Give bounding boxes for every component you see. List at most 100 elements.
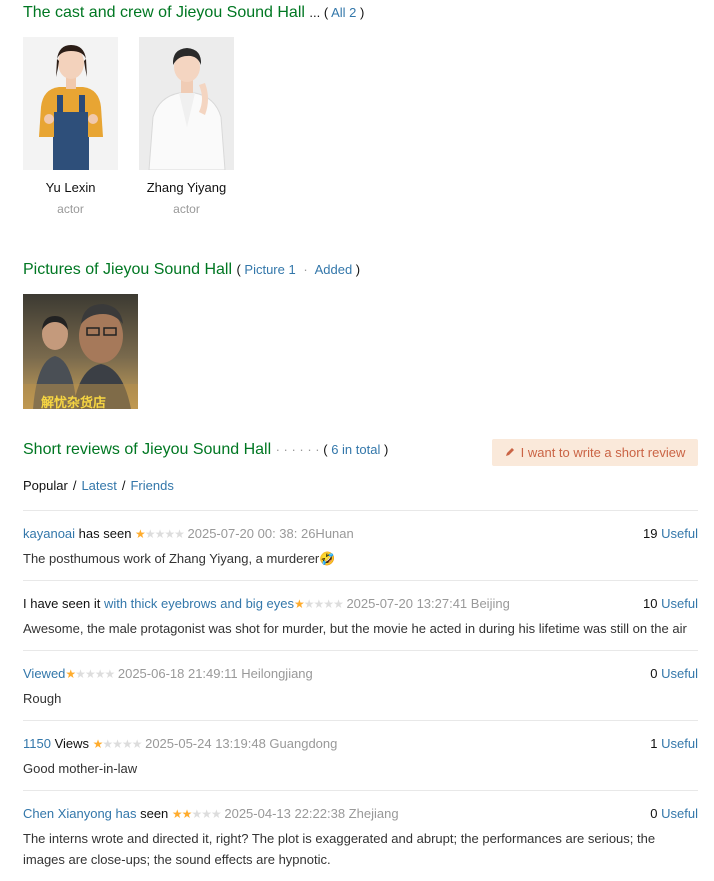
- comment-text: Awesome, the male protagonist was shot f…: [23, 621, 687, 636]
- rating-stars: ★★★★★: [65, 667, 115, 681]
- cast-name[interactable]: Zhang Yiyang: [139, 180, 234, 195]
- star-icon: ★: [102, 737, 113, 751]
- cast-role: actor: [173, 202, 200, 216]
- movie-poster[interactable]: 解忧杂货店: [23, 294, 138, 409]
- useful-vote: 0 Useful: [650, 806, 698, 821]
- comment-info: I have seen it with thick eyebrows and b…: [23, 596, 510, 611]
- pencil-icon: [505, 445, 515, 460]
- star-icon: ★: [112, 737, 123, 751]
- star-icon: ★: [210, 807, 222, 821]
- rating-stars: ★★★★★: [294, 597, 344, 611]
- comment-time-location: 2025-07-20 00: 38: 26Hunan: [187, 526, 354, 541]
- useful-vote: 10 Useful: [643, 596, 698, 611]
- star-icon: ★: [174, 527, 185, 541]
- star-icon: ★: [135, 527, 146, 541]
- comment-prefix: I have seen it: [23, 596, 104, 611]
- all-cast-link[interactable]: All 2: [331, 5, 356, 20]
- comment-info: 1150 Views ★★★★★ 2025-05-24 13:19:48 Gua…: [23, 736, 337, 751]
- comment-verb: seen: [136, 806, 172, 821]
- comment-time-location: 2025-06-18 21:49:11 Heilongjiang: [117, 666, 313, 681]
- star-icon: ★: [154, 527, 166, 541]
- useful-vote: 0 Useful: [650, 666, 698, 681]
- avatar[interactable]: [23, 37, 118, 170]
- zhang-yiyang-photo: [139, 37, 234, 170]
- comment-user-link[interactable]: 1150: [23, 736, 51, 751]
- cast-section-title: The cast and crew of Jieyou Sound Hall .…: [23, 4, 365, 21]
- comment-user-link[interactable]: Chen Xianyong has: [23, 806, 136, 821]
- star-icon: ★: [313, 597, 325, 611]
- star-icon: ★: [104, 667, 115, 681]
- comment-text: Good mother-in-law: [23, 761, 138, 776]
- cast-ellipsis: ...: [309, 5, 321, 20]
- useful-button[interactable]: Useful: [661, 806, 698, 821]
- cast-list: Yu Lexin actor Zhang Yiyang actor: [23, 37, 234, 216]
- comment-text: Rough: [23, 691, 62, 706]
- tab-latest[interactable]: Latest: [81, 478, 116, 493]
- comment-time-location: 2025-07-20 13:27:41 Beijing: [346, 596, 510, 611]
- rating-stars: ★★★★★: [171, 807, 222, 821]
- useful-button[interactable]: Useful: [661, 596, 698, 611]
- rating-stars: ★★★★★: [92, 737, 143, 751]
- cast-role: actor: [57, 202, 84, 216]
- star-icon: ★: [181, 807, 193, 821]
- review-sort-tabs: Popular / Latest / Friends: [23, 478, 174, 493]
- reviews-dots: · · · · · ·: [275, 442, 320, 457]
- useful-count: 10: [643, 596, 658, 611]
- yu-lexin-photo: [23, 37, 118, 170]
- star-icon: ★: [92, 737, 104, 751]
- poster-title: 解忧杂货店: [40, 395, 106, 409]
- reviews-total-link[interactable]: 6 in total: [331, 442, 380, 457]
- useful-vote: 19 Useful: [643, 526, 698, 541]
- comment-text: The interns wrote and directed it, right…: [23, 831, 656, 867]
- avatar[interactable]: [139, 37, 234, 170]
- comment-item: Viewed★★★★★ 2025-06-18 21:49:11 Heilongj…: [23, 651, 698, 721]
- comment-user-link[interactable]: kayanoai: [23, 526, 75, 541]
- useful-vote: 1 Useful: [650, 736, 698, 751]
- star-icon: ★: [121, 737, 133, 751]
- useful-count: 1: [650, 736, 658, 751]
- useful-button[interactable]: Useful: [661, 526, 698, 541]
- picture-count-link[interactable]: Picture 1: [244, 262, 295, 277]
- useful-button[interactable]: Useful: [661, 666, 698, 681]
- cast-member-zhang-yiyang[interactable]: Zhang Yiyang actor: [139, 37, 234, 216]
- comment-verb: Views: [50, 736, 93, 751]
- star-icon: ★: [323, 597, 334, 611]
- comment-verb: has seen: [75, 526, 136, 541]
- write-short-review-button[interactable]: I want to write a short review: [492, 439, 698, 466]
- added-link[interactable]: Added: [315, 262, 353, 277]
- useful-count: 0: [650, 806, 658, 821]
- star-icon: ★: [164, 527, 175, 541]
- star-icon: ★: [333, 597, 344, 611]
- pictures-section-title: Pictures of Jieyou Sound Hall ( Picture …: [23, 261, 361, 278]
- star-icon: ★: [171, 807, 183, 821]
- star-icon: ★: [75, 667, 86, 681]
- star-icon: ★: [303, 597, 315, 611]
- comment-user-link[interactable]: with thick eyebrows and big eyes: [104, 596, 294, 611]
- comment-item: kayanoai has seen ★★★★★ 2025-07-20 00: 3…: [23, 511, 698, 581]
- poster-image: 解忧杂货店: [23, 294, 138, 409]
- comment-info: Viewed★★★★★ 2025-06-18 21:49:11 Heilongj…: [23, 666, 313, 681]
- tab-friends[interactable]: Friends: [130, 478, 173, 493]
- useful-button[interactable]: Useful: [661, 736, 698, 751]
- tab-popular[interactable]: Popular: [23, 478, 68, 493]
- star-icon: ★: [84, 667, 96, 681]
- cast-member-yu-lexin[interactable]: Yu Lexin actor: [23, 37, 118, 216]
- star-icon: ★: [191, 807, 202, 821]
- comment-item: 1150 Views ★★★★★ 2025-05-24 13:19:48 Gua…: [23, 721, 698, 791]
- comment-time-location: 2025-05-24 13:19:48 Guangdong: [145, 736, 338, 751]
- comment-info: kayanoai has seen ★★★★★ 2025-07-20 00: 3…: [23, 526, 354, 541]
- star-icon: ★: [131, 737, 143, 751]
- comment-info: Chen Xianyong has seen ★★★★★ 2025-04-13 …: [23, 806, 399, 821]
- star-icon: ★: [94, 667, 106, 681]
- comment-item: Chen Xianyong has seen ★★★★★ 2025-04-13 …: [23, 791, 698, 881]
- reviews-section-title: Short reviews of Jieyou Sound Hall · · ·…: [23, 441, 389, 458]
- star-icon: ★: [144, 527, 156, 541]
- cast-name[interactable]: Yu Lexin: [23, 180, 118, 195]
- useful-count: 19: [643, 526, 658, 541]
- comment-time-location: 2025-04-13 22:22:38 Zhejiang: [224, 806, 399, 821]
- star-icon: ★: [294, 597, 305, 611]
- star-icon: ★: [65, 667, 76, 681]
- comment-list: kayanoai has seen ★★★★★ 2025-07-20 00: 3…: [23, 510, 698, 881]
- useful-count: 0: [650, 666, 658, 681]
- comment-user-link[interactable]: Viewed: [23, 666, 65, 681]
